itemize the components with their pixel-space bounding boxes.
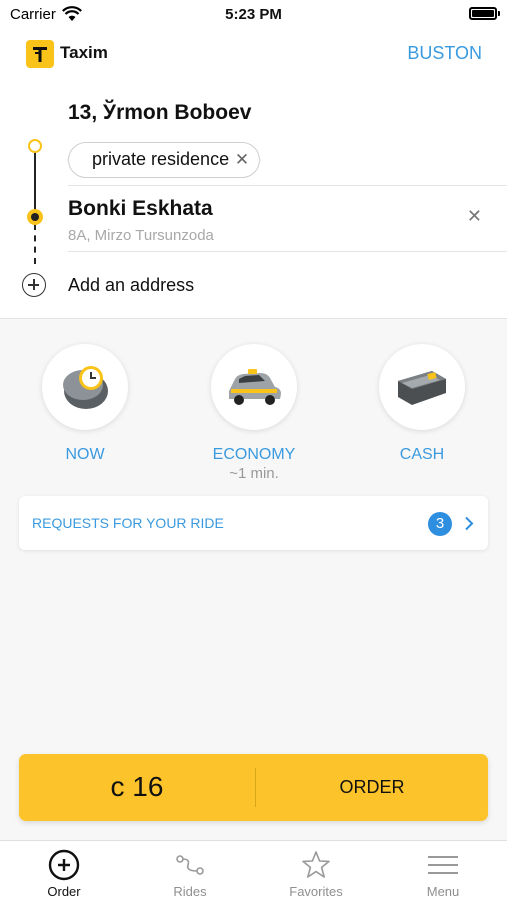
payment-option-label: CASH: [399, 446, 445, 463]
chip-label: private residence: [92, 149, 230, 169]
tab-bar: Order Rides Favorites Menu: [0, 840, 507, 900]
divider: [68, 185, 507, 186]
ride-price: c 16: [110, 771, 164, 802]
ride-requests-row[interactable]: REQUESTS FOR YOUR RIDE 3: [19, 496, 488, 550]
route-dashed-line: [34, 224, 36, 264]
chip-close-icon[interactable]: ✕: [235, 143, 249, 176]
add-address-icon[interactable]: [22, 273, 46, 297]
destination-address[interactable]: Bonki Eskhata: [68, 197, 213, 221]
time-option-label: NOW: [65, 446, 105, 463]
route-panel: Taxim BUSTON 13, Ўrmon Boboev private re…: [0, 28, 507, 319]
remove-destination-icon[interactable]: ✕: [467, 206, 482, 227]
order-bar: c 16 ORDER: [19, 754, 488, 821]
taxi-car-icon: [211, 344, 297, 430]
add-address-label[interactable]: Add an address: [68, 275, 194, 296]
destination-marker-icon: [27, 209, 43, 225]
divider: [68, 251, 507, 252]
order-button[interactable]: ORDER: [256, 754, 488, 821]
payment-option[interactable]: CASH: [352, 344, 492, 464]
route-icon: [176, 855, 204, 875]
tab-label: Menu: [426, 884, 460, 899]
pickup-address[interactable]: 13, Ўrmon Boboev: [68, 101, 251, 125]
pickup-note-chip[interactable]: private residence ✕: [68, 142, 261, 178]
star-icon: [302, 851, 330, 878]
battery-icon: [469, 7, 500, 20]
tariff-option-label: ECONOMY: [212, 446, 296, 463]
tab-label: Favorites: [289, 884, 343, 899]
tab-menu[interactable]: Menu: [380, 841, 506, 900]
clock-icon: [42, 344, 128, 430]
tariff-wait-time: ~1 min.: [229, 465, 279, 482]
plus-circle-icon: [48, 849, 80, 881]
tab-order[interactable]: Order: [1, 841, 127, 900]
tab-label: Rides: [173, 884, 207, 899]
app-name: Taxim: [60, 43, 108, 62]
pickup-marker-icon: [28, 139, 42, 153]
taxim-logo: [26, 40, 54, 68]
destination-subtitle: 8A, Mirzo Tursunzoda: [68, 227, 214, 244]
tab-rides[interactable]: Rides: [127, 841, 253, 900]
ride-requests-count-badge: 3: [428, 512, 452, 536]
tab-label: Order: [47, 884, 81, 899]
tab-favorites[interactable]: Favorites: [253, 841, 379, 900]
ride-requests-label: REQUESTS FOR YOUR RIDE: [32, 515, 224, 531]
status-bar: Carrier 5:23 PM: [0, 0, 507, 28]
city-selector[interactable]: BUSTON: [407, 43, 482, 64]
menu-icon: [428, 856, 458, 874]
time-option[interactable]: NOW: [15, 344, 155, 464]
clock-time: 5:23 PM: [225, 6, 282, 23]
chevron-right-icon: [465, 516, 474, 531]
tariff-option[interactable]: ECONOMY ~1 min.: [184, 344, 324, 482]
wallet-icon: [379, 344, 465, 430]
